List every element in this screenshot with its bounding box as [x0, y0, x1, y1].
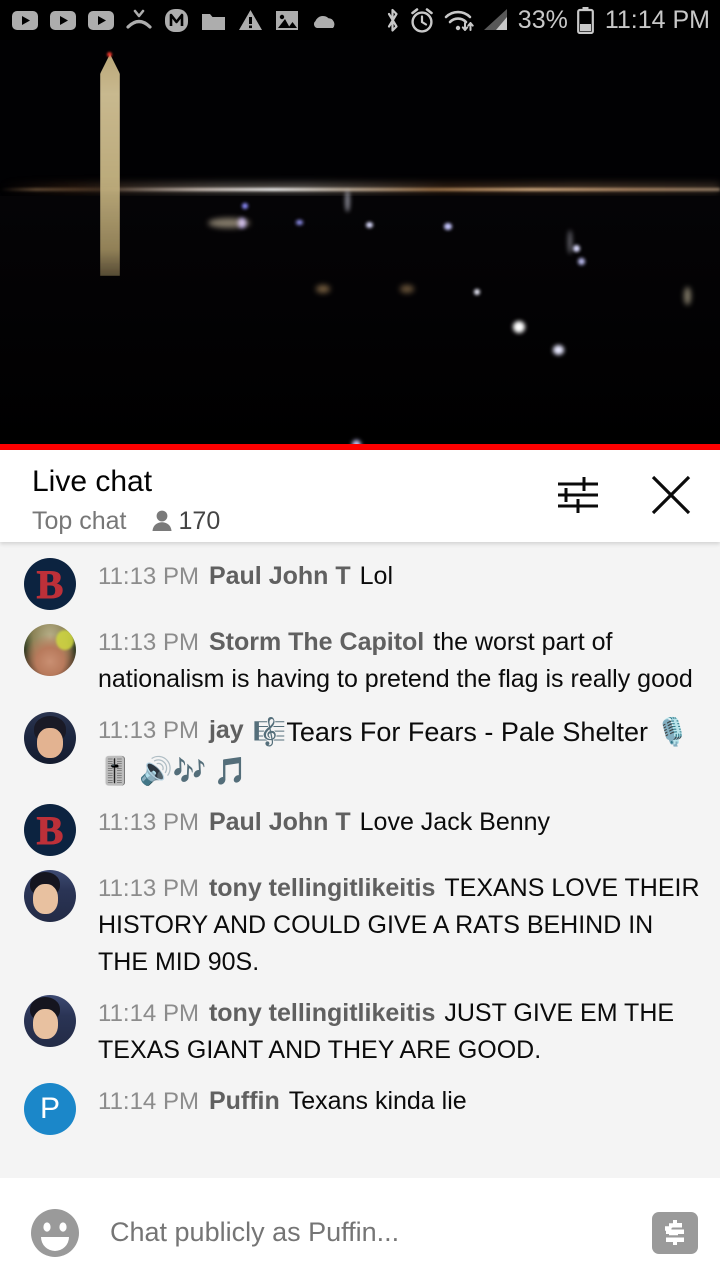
person-icon: [152, 510, 172, 531]
message-author[interactable]: tony tellingitlikeitis: [209, 874, 435, 902]
message-author[interactable]: Paul John T: [209, 562, 351, 590]
chat-message[interactable]: 11:13 PM jay 🎼Tears For Fears - Pale Shelt…: [0, 704, 720, 796]
avatar[interactable]: [24, 1083, 76, 1135]
avatar[interactable]: [24, 804, 76, 856]
chat-message-body: 11:13 PM jay 🎼Tears For Fears - Pale Shelt…: [98, 710, 702, 790]
battery-icon: [576, 6, 594, 34]
avatar[interactable]: [24, 712, 76, 764]
city-light: [242, 203, 248, 209]
youtube-live-chat-screen: 33% 11:14 PM Live chat Top chat 170 B 11…: [0, 0, 720, 1280]
city-light: [513, 321, 525, 333]
folder-icon: [202, 13, 225, 30]
message-timestamp: 11:14 PM: [98, 1088, 199, 1115]
live-chat-titles: Live chat Top chat 170: [32, 464, 556, 536]
chat-mode-label[interactable]: Top chat: [32, 506, 127, 536]
wifi-icon: [444, 10, 474, 31]
missed-call-icon: [126, 9, 152, 29]
viewer-count-group: 170: [151, 506, 221, 536]
washington-monument: [100, 54, 120, 276]
message-timestamp: 11:13 PM: [98, 717, 199, 744]
image-icon: [276, 10, 298, 30]
clock-label: 11:14 PM: [604, 5, 710, 34]
chat-message-body: 11:13 PM Storm The Capitol the worst part …: [98, 622, 702, 698]
youtube-icon: [88, 10, 114, 30]
emoji-smiley-icon[interactable]: [30, 1208, 80, 1258]
city-light: [553, 345, 564, 355]
dollar-sign-icon: [665, 1219, 684, 1245]
tune-icon: [558, 477, 598, 513]
chat-message-body: 11:13 PM Paul John T Lol: [98, 556, 393, 595]
chat-message[interactable]: 11:13 PM Paul John T Lol: [0, 550, 720, 616]
avatar[interactable]: [24, 624, 76, 676]
message-text: Lol: [359, 562, 394, 590]
warning-icon: [239, 10, 262, 30]
chat-message[interactable]: 11:14 PM Puffin Texans kinda lie: [0, 1075, 720, 1141]
message-author[interactable]: jay: [209, 716, 244, 744]
cloud-icon: [313, 15, 335, 28]
chat-input[interactable]: [110, 1217, 652, 1248]
message-timestamp: 11:13 PM: [98, 809, 199, 836]
message-text: Texans kinda lie: [288, 1087, 467, 1115]
bluetooth-icon: [387, 8, 398, 32]
avatar[interactable]: [24, 558, 76, 610]
city-light: [573, 245, 580, 252]
city-light: [208, 218, 250, 228]
city-light: [684, 287, 691, 305]
page-title: Live chat: [32, 465, 153, 498]
avatar[interactable]: [24, 995, 76, 1047]
viewer-count-label: 170: [178, 507, 221, 535]
chat-message-body: 11:13 PM tony tellingitlikeitis TEXANS LOV…: [98, 868, 702, 981]
city-light: [345, 190, 350, 212]
message-author[interactable]: Paul John T: [209, 808, 351, 836]
close-icon: [651, 475, 691, 515]
youtube-icon: [50, 10, 76, 30]
chat-message[interactable]: 11:13 PM Paul John T Love Jack Benny: [0, 796, 720, 862]
city-light: [474, 289, 480, 295]
message-timestamp: 11:14 PM: [98, 1000, 199, 1027]
message-text: Love Jack Benny: [359, 808, 551, 836]
live-chat-subheader: Top chat 170: [32, 506, 556, 536]
m-app-icon: [165, 8, 188, 32]
chat-message[interactable]: 11:13 PM tony tellingitlikeitis TEXANS LOV…: [0, 862, 720, 987]
chat-message[interactable]: 11:13 PM Storm The Capitol the worst part …: [0, 616, 720, 704]
message-timestamp: 11:13 PM: [98, 563, 199, 590]
message-author[interactable]: Storm The Capitol: [209, 628, 424, 656]
chat-message-body: 11:14 PM Puffin Texans kinda lie: [98, 1081, 467, 1120]
message-timestamp: 11:13 PM: [98, 629, 199, 656]
city-light: [568, 230, 572, 254]
super-chat-button[interactable]: [652, 1211, 698, 1254]
signal-icon: [483, 9, 507, 30]
chat-message-list[interactable]: 11:13 PM Paul John T Lol 11:13 PM Storm The…: [0, 542, 720, 1178]
alarm-icon: [410, 7, 433, 33]
city-light: [296, 220, 303, 225]
city-light: [316, 285, 330, 293]
status-bar-notification-icons: [12, 8, 385, 33]
avatar[interactable]: [24, 870, 76, 922]
city-light: [366, 222, 373, 228]
chat-input-bar: [0, 1185, 720, 1280]
chat-message-body: 11:14 PM tony tellingitlikeitis JUST GIVE …: [98, 993, 702, 1069]
city-light: [400, 285, 414, 293]
status-bar-system-icons: 33% 11:14 PM: [385, 6, 710, 35]
monument-beacon-light: [107, 52, 112, 57]
close-chat-button[interactable]: [648, 472, 694, 518]
city-light: [578, 258, 585, 265]
battery-percent-label: 33%: [517, 5, 568, 34]
live-chat-header: Live chat Top chat 170: [0, 450, 720, 542]
chat-message[interactable]: 11:14 PM tony tellingitlikeitis JUST GIVE …: [0, 987, 720, 1075]
message-timestamp: 11:13 PM: [98, 875, 199, 902]
video-player[interactable]: [0, 40, 720, 450]
city-light: [444, 223, 452, 230]
message-author[interactable]: tony tellingitlikeitis: [209, 999, 435, 1027]
chat-message-body: 11:13 PM Paul John T Love Jack Benny: [98, 802, 550, 841]
status-bar: 33% 11:14 PM: [0, 0, 720, 40]
live-chat-header-actions: [556, 472, 704, 518]
message-author[interactable]: Puffin: [209, 1087, 280, 1115]
chat-settings-button[interactable]: [556, 474, 600, 516]
youtube-icon: [12, 10, 38, 30]
